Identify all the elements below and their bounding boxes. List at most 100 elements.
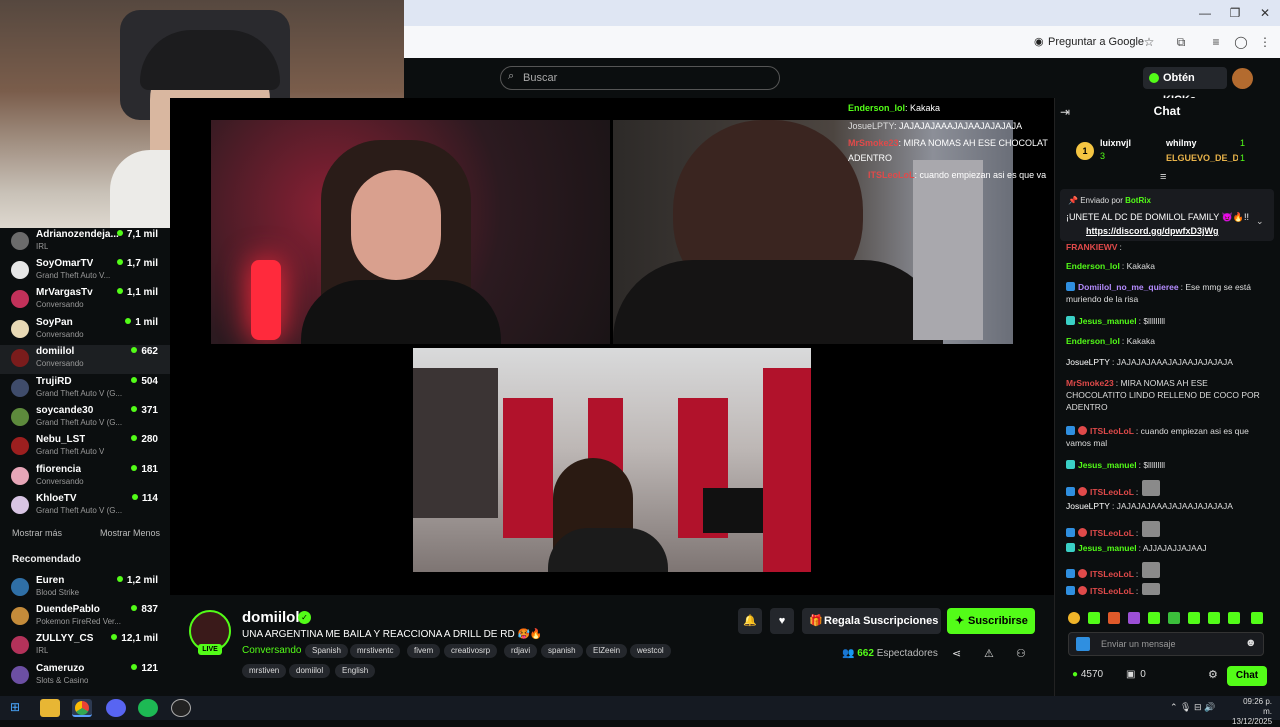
obs-icon[interactable] xyxy=(171,699,191,717)
sidebar-item-trujird[interactable]: TrujiRD Grand Theft Auto V (G... 504 xyxy=(0,375,170,404)
emote-icon[interactable] xyxy=(1088,612,1100,624)
clock[interactable]: 09:26 p. m. 13/12/2025 xyxy=(1232,697,1272,727)
restore-icon[interactable]: ❐ xyxy=(1220,4,1250,22)
chat-user[interactable]: ITSLeoLoL xyxy=(1090,528,1134,538)
settings-gear-icon[interactable]: ⚙ xyxy=(1208,668,1218,681)
leader-count: 1 xyxy=(1240,153,1246,163)
extensions-icon[interactable]: ⧉ xyxy=(1172,33,1190,51)
sidebar-item-ffiorencia[interactable]: ffiorencia Conversando 181 xyxy=(0,463,170,492)
chat-user[interactable]: JosueLPTY xyxy=(1066,357,1110,367)
sidebar-item-soypan[interactable]: SoyPan Conversando 1 mil xyxy=(0,316,170,345)
tray-icons[interactable]: ⌃ 🎙 ⊟ 🔊 xyxy=(1170,702,1215,713)
bookmark-star-icon[interactable]: ☆ xyxy=(1140,33,1158,51)
show-more-link[interactable]: Mostrar más xyxy=(12,528,62,538)
expand-icon[interactable]: ≡ xyxy=(1160,171,1166,183)
sidebar-item-euren[interactable]: Euren Blood Strike 1,2 mil xyxy=(0,574,170,603)
close-icon[interactable]: ✕ xyxy=(1250,4,1280,22)
follow-heart-icon[interactable]: ♥ xyxy=(770,608,794,634)
emote-icon[interactable] xyxy=(1108,612,1120,624)
send-chat-button[interactable]: Chat xyxy=(1227,666,1267,686)
sidebar-item-soycande30[interactable]: soycande30 Grand Theft Auto V (G... 371 xyxy=(0,404,170,433)
chat-user[interactable]: JosueLPTY xyxy=(1066,501,1110,511)
chat-user[interactable]: MrSmoke23 xyxy=(1066,378,1114,388)
tag[interactable]: English xyxy=(335,664,376,678)
gift-balance[interactable]: ▣ 0 xyxy=(1126,669,1146,680)
tag[interactable]: domiilol xyxy=(289,664,331,678)
tag[interactable]: westcol xyxy=(630,644,671,658)
chat-user[interactable]: ITSLeoLoL xyxy=(1090,586,1134,596)
show-less-link[interactable]: Mostrar Menos xyxy=(100,528,160,538)
sidebar-item-duendepablo[interactable]: DuendePablo Pokemon FireRed Ver... 837 xyxy=(0,603,170,632)
quick-emotes xyxy=(1068,610,1268,624)
tag[interactable]: rdjavi xyxy=(504,644,538,658)
tag[interactable]: mrstiventc xyxy=(350,644,401,658)
emote-icon[interactable] xyxy=(1148,612,1160,624)
emote-icon[interactable] xyxy=(1251,612,1263,624)
emote-icon[interactable] xyxy=(1188,612,1200,624)
sidebar-item-khloetv[interactable]: KhloeTV Grand Theft Auto V (G... 114 xyxy=(0,492,170,521)
sidebar-item-cameruzo[interactable]: Cameruzo Slots & Casino 121 xyxy=(0,662,170,691)
chat-input[interactable]: Enviar un mensaje xyxy=(1068,632,1264,656)
tag[interactable]: Spanish xyxy=(305,644,348,658)
add-user-icon[interactable]: ⚇ xyxy=(1016,647,1026,660)
get-kicks-button[interactable]: Obtén KICKs xyxy=(1143,67,1227,106)
badge-icon xyxy=(1078,586,1087,595)
tag[interactable]: spanish xyxy=(541,644,583,658)
discord-icon[interactable] xyxy=(106,699,126,717)
kicks-balance[interactable]: ● 4570 xyxy=(1072,669,1103,680)
kicks-icon xyxy=(1149,73,1159,83)
tag[interactable]: creativosrp xyxy=(444,644,498,658)
overlay-chat-line: ADENTRO xyxy=(848,153,892,163)
notification-bell-icon[interactable]: 🔔 xyxy=(738,608,762,634)
emote-icon[interactable] xyxy=(1128,612,1140,624)
sidebar-item-category: Grand Theft Auto V (G... xyxy=(36,506,123,515)
chrome-icon[interactable] xyxy=(72,699,92,717)
emote-icon[interactable] xyxy=(1208,612,1220,624)
pinned-link[interactable]: https://discord.gg/dpwfxD3jWg xyxy=(1086,226,1219,236)
emote-icon[interactable] xyxy=(1068,612,1080,624)
tag[interactable]: fivem xyxy=(407,644,441,658)
sidebar-item-mrvargastv[interactable]: MrVargasTv Conversando 1,1 mil xyxy=(0,286,170,315)
chat-user[interactable]: FRANKIEWV xyxy=(1066,242,1117,251)
share-icon[interactable]: ⋖ xyxy=(952,647,961,660)
emoji-picker-icon[interactable]: ☻ xyxy=(1245,637,1257,649)
sidebar-item-soyomartv[interactable]: SoyOmarTV Grand Theft Auto V... 1,7 mil xyxy=(0,257,170,286)
report-icon[interactable]: ⚠ xyxy=(984,647,994,660)
viewer-counter: 👥 662 Espectadores xyxy=(842,648,938,659)
chat-user[interactable]: ITSLeoLoL xyxy=(1090,487,1134,497)
gift-subs-button[interactable]: 🎁 Regala Suscripciones xyxy=(802,608,941,634)
subscribe-button[interactable]: ✦ Suscribirse xyxy=(947,608,1035,634)
avatar xyxy=(11,349,29,367)
minimize-icon[interactable]: — xyxy=(1190,4,1220,22)
sidebar-item-adrianozendeja[interactable]: Adrianozendeja... IRL 7,1 mil xyxy=(0,228,170,257)
chat-user[interactable]: Domiilol_no_me_quieree xyxy=(1078,282,1179,292)
avatar xyxy=(11,636,29,654)
chevron-down-icon[interactable]: ⌄ xyxy=(1256,216,1264,227)
user-avatar[interactable] xyxy=(1232,68,1253,89)
sidebar-item-domiilol[interactable]: domiilol Conversando 662 xyxy=(0,345,170,374)
ask-google-button[interactable]: ◉ Preguntar a Google xyxy=(1032,33,1144,51)
chat-user[interactable]: Jesus_manuel xyxy=(1078,543,1137,553)
chat-user[interactable]: ITSLeoLoL xyxy=(1090,426,1134,436)
chat-user[interactable]: Enderson_lol xyxy=(1066,336,1120,346)
windows-start-icon[interactable]: ⊞ xyxy=(10,700,20,714)
tag[interactable]: mrstiven xyxy=(242,664,287,678)
profile-icon[interactable]: ◯ xyxy=(1232,33,1250,51)
chat-user[interactable]: Jesus_manuel xyxy=(1078,460,1137,470)
browser-menu-icon[interactable]: ⋮ xyxy=(1256,33,1274,51)
search-input[interactable]: Buscar xyxy=(500,66,780,90)
file-explorer-icon[interactable] xyxy=(40,699,60,717)
sidebar-item-zullyy-cs[interactable]: ZULLYY_CS IRL 12,1 mil xyxy=(0,632,170,661)
category-link[interactable]: Conversando xyxy=(242,645,301,656)
tag[interactable]: ElZeein xyxy=(586,644,628,658)
chat-user[interactable]: Enderson_lol xyxy=(1066,261,1120,271)
chat-title: Chat xyxy=(1153,104,1181,118)
emote-icon[interactable] xyxy=(1228,612,1240,624)
chat-user[interactable]: Jesus_manuel xyxy=(1078,316,1137,326)
emote-icon[interactable] xyxy=(1168,612,1180,624)
streamer-name[interactable]: domiilol xyxy=(242,609,300,626)
chat-user[interactable]: ITSLeoLoL xyxy=(1090,569,1134,579)
media-control-icon[interactable]: ≡ xyxy=(1207,33,1225,51)
sidebar-item-nebu-lst[interactable]: Nebu_LST Grand Theft Auto V 280 xyxy=(0,433,170,462)
spotify-icon[interactable] xyxy=(138,699,158,717)
